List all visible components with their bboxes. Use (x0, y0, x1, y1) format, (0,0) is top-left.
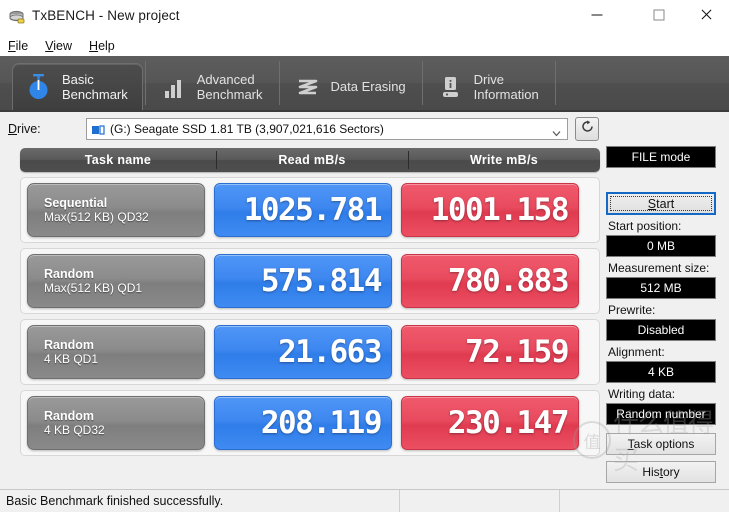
eraser-wave-icon (294, 72, 322, 102)
tab-drive-information[interactable]: Drive Information (425, 63, 553, 110)
file-mode-display[interactable]: FILE mode (606, 146, 716, 168)
task-button-random-max-qd1[interactable]: Random Max(512 KB) QD1 (27, 254, 205, 308)
bar-chart-icon (160, 72, 188, 102)
tab-advanced-benchmark[interactable]: Advanced Benchmark (148, 63, 277, 110)
history-label: History (642, 465, 680, 479)
writing-data-value[interactable]: Random number (606, 403, 716, 425)
start-position-value[interactable]: 0 MB (606, 235, 716, 257)
close-button[interactable] (683, 0, 729, 30)
status-bar: Basic Benchmark finished successfully. (0, 489, 729, 512)
close-icon (700, 9, 712, 21)
task-button-random-4k-qd32[interactable]: Random 4 KB QD32 (27, 396, 205, 450)
task-name-line1: Random (44, 267, 94, 281)
maximize-button[interactable] (636, 0, 682, 30)
menu-bar: File View Help (0, 36, 729, 56)
task-options-button[interactable]: Task options (606, 433, 716, 455)
measurement-size-label: Measurement size: (608, 261, 710, 275)
tab-separator (554, 61, 556, 105)
alignment-value[interactable]: 4 KB (606, 361, 716, 383)
benchmark-header-row: Task name Read mB/s Write mB/s (20, 148, 600, 172)
start-position-label: Start position: (608, 219, 682, 233)
write-value: 780.883 (401, 254, 579, 308)
settings-panel: FILE mode Start Start position: 0 MB Mea… (600, 146, 729, 489)
task-button-sequential-qd32[interactable]: Sequential Max(512 KB) QD32 (27, 183, 205, 237)
alignment-label: Alignment: (608, 345, 665, 359)
main-content: Task name Read mB/s Write mB/s Sequentia… (0, 146, 729, 494)
minimize-icon (591, 14, 603, 16)
benchmark-table: Task name Read mB/s Write mB/s Sequentia… (20, 148, 600, 456)
drive-selector-row: Drive: (G:) Seagate SSD 1.81 TB (3,907,0… (0, 112, 729, 146)
tab-data-erasing[interactable]: Data Erasing (282, 63, 420, 110)
drive-icon (91, 123, 105, 135)
start-button-label: Start (647, 196, 675, 211)
task-button-random-4k-qd1[interactable]: Random 4 KB QD1 (27, 325, 205, 379)
read-value: 1025.781 (214, 183, 392, 237)
tab-separator (144, 61, 146, 105)
tab-basic-benchmark[interactable]: Basic Benchmark (12, 63, 143, 110)
prewrite-value[interactable]: Disabled (606, 319, 716, 341)
status-cell-2 (400, 490, 560, 512)
minimize-button[interactable] (574, 0, 620, 30)
refresh-drive-button[interactable] (575, 117, 599, 141)
start-button[interactable]: Start (606, 192, 716, 215)
title-bar: TxBENCH - New project (0, 0, 729, 36)
tab-data-erasing-label: Data Erasing (330, 79, 406, 94)
task-name-line2: Max(512 KB) QD1 (44, 281, 143, 295)
app-drive-icon (8, 8, 26, 26)
column-header-read: Read mB/s (216, 148, 408, 172)
status-cell-3 (560, 490, 729, 512)
table-row: Random 4 KB QD32 208.119 230.147 (20, 390, 600, 456)
column-header-task-name: Task name (84, 153, 152, 167)
read-value: 208.119 (214, 396, 392, 450)
maximize-icon (653, 9, 665, 21)
table-row: Sequential Max(512 KB) QD32 1025.781 100… (20, 177, 600, 243)
task-name-line2: Max(512 KB) QD32 (44, 210, 149, 224)
measurement-size-value[interactable]: 512 MB (606, 277, 716, 299)
read-value: 21.663 (214, 325, 392, 379)
read-value: 575.814 (214, 254, 392, 308)
txbench-window: TxBENCH - New project File View Help Bas… (0, 0, 729, 512)
column-header-write: Write mB/s (408, 148, 600, 172)
write-value: 1001.158 (401, 183, 579, 237)
menu-file[interactable]: File (8, 39, 28, 53)
drive-select[interactable]: (G:) Seagate SSD 1.81 TB (3,907,021,616 … (86, 118, 568, 140)
table-row: Random 4 KB QD1 21.663 72.159 (20, 319, 600, 385)
task-name-line1: Random (44, 338, 94, 352)
menu-view[interactable]: View (45, 39, 72, 53)
write-value: 72.159 (401, 325, 579, 379)
task-name-line1: Sequential (44, 196, 108, 210)
refresh-icon (580, 119, 595, 139)
tab-separator (421, 61, 423, 105)
task-name-line2: 4 KB QD32 (44, 423, 105, 437)
tab-separator (278, 61, 280, 105)
write-value: 230.147 (401, 396, 579, 450)
task-name-line1: Random (44, 409, 94, 423)
drive-label: Drive: (8, 122, 41, 136)
table-row: Random Max(512 KB) QD1 575.814 780.883 (20, 248, 600, 314)
drive-value: (G:) Seagate SSD 1.81 TB (3,907,021,616 … (110, 122, 384, 136)
task-name-line2: 4 KB QD1 (44, 352, 99, 366)
status-message: Basic Benchmark finished successfully. (0, 490, 400, 512)
stopwatch-icon (25, 72, 53, 102)
window-title: TxBENCH - New project (32, 8, 180, 23)
menu-help[interactable]: Help (89, 39, 115, 53)
history-button[interactable]: History (606, 461, 716, 483)
tab-advanced-benchmark-label: Advanced Benchmark (196, 71, 263, 102)
prewrite-label: Prewrite: (608, 303, 656, 317)
writing-data-label: Writing data: (608, 387, 676, 401)
tab-basic-benchmark-label: Basic Benchmark (62, 72, 128, 102)
chevron-down-icon (552, 125, 561, 137)
tab-drive-information-label: Drive Information (473, 71, 539, 102)
tab-bar: Basic Benchmark Advanced Benchmark Data … (0, 56, 729, 112)
drive-info-icon (437, 72, 465, 102)
task-options-label: Task options (627, 437, 695, 451)
